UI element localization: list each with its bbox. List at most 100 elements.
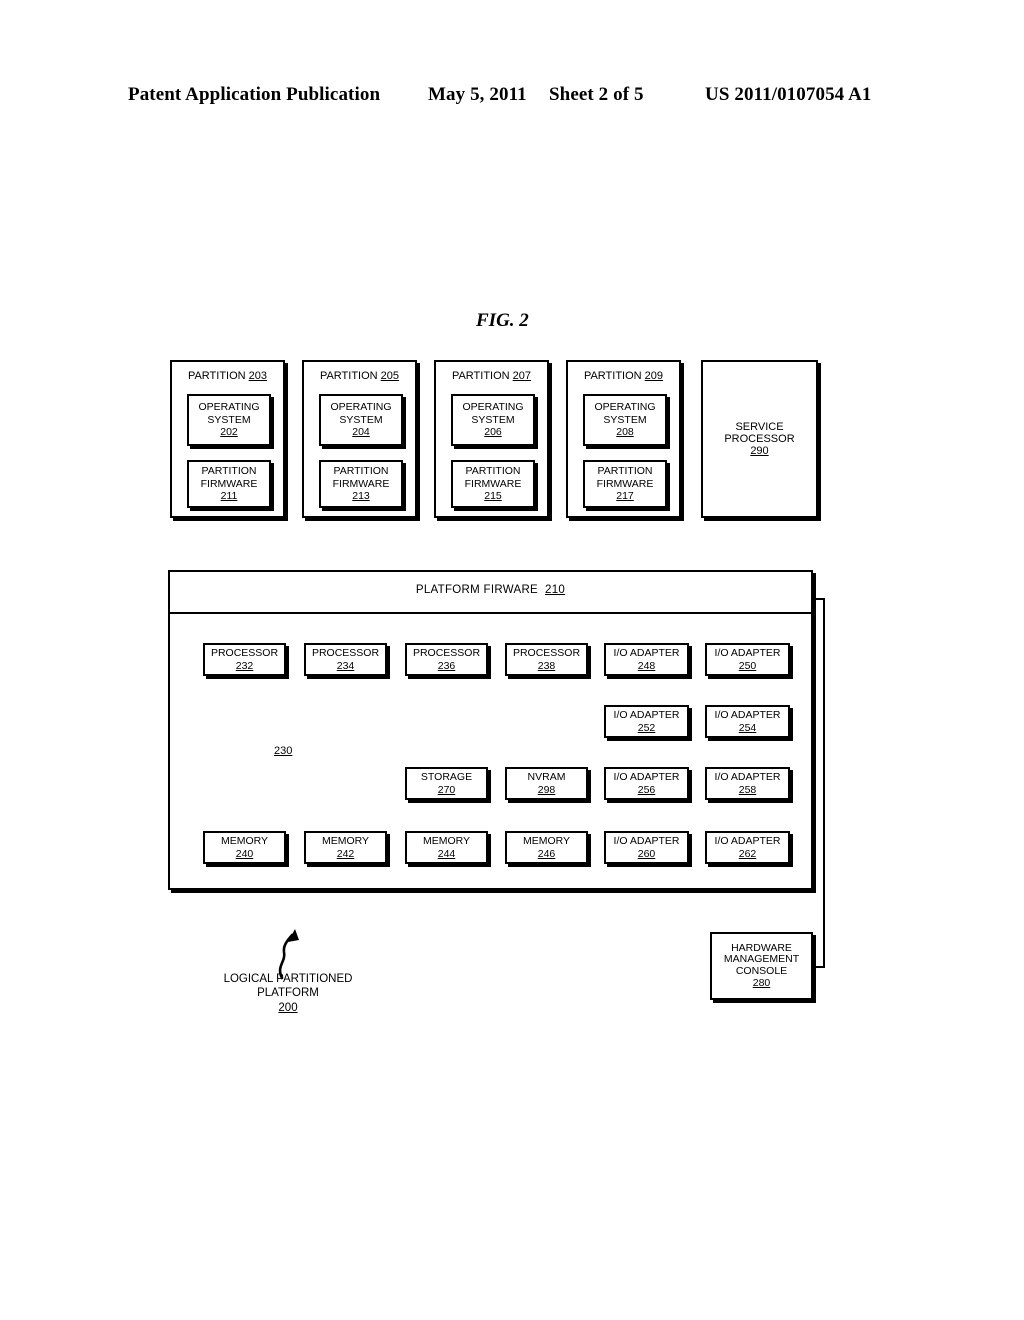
partition-box-203: PARTITION 203 OPERATING SYSTEM 202 PARTI… xyxy=(170,360,285,518)
resource-box-io-adapter-252: I/O ADAPTER 252 xyxy=(604,705,689,738)
partition-title-207: PARTITION 207 xyxy=(436,370,547,382)
resource-label: I/O ADAPTER xyxy=(714,834,781,847)
partition-firmware-box-215: PARTITION FIRMWARE 215 xyxy=(451,460,535,508)
resource-box-io-adapter-250: I/O ADAPTER 250 xyxy=(705,643,790,676)
resource-ref: 244 xyxy=(437,847,456,860)
platform-firmware-title-text: PLATFORM FIRWARE xyxy=(415,584,539,596)
resource-ref: 256 xyxy=(637,783,656,796)
os-label-line2: SYSTEM xyxy=(471,413,515,426)
platform-firmware-ref: 210 xyxy=(545,584,566,596)
resource-ref: 270 xyxy=(437,783,456,796)
partition-firmware-box-213: PARTITION FIRMWARE 213 xyxy=(319,460,403,508)
resource-box-processor-234: PROCESSOR 234 xyxy=(304,643,387,676)
fw-ref: 217 xyxy=(616,490,634,503)
resource-label: MEMORY xyxy=(522,834,571,847)
operating-system-box-202: OPERATING SYSTEM 202 xyxy=(187,394,271,446)
partition-title-203: PARTITION 203 xyxy=(172,370,283,382)
resource-ref: 258 xyxy=(738,783,757,796)
header-date: May 5, 2011 xyxy=(428,84,527,105)
os-ref: 202 xyxy=(220,426,238,439)
header-publication: Patent Application Publication xyxy=(128,84,381,105)
resource-box-memory-242: MEMORY 242 xyxy=(304,831,387,864)
os-ref: 208 xyxy=(616,426,634,439)
resource-label: NVRAM xyxy=(527,770,566,783)
resource-box-io-adapter-260: I/O ADAPTER 260 xyxy=(604,831,689,864)
hmc-line3: CONSOLE xyxy=(735,965,788,977)
resource-ref: 262 xyxy=(738,847,757,860)
os-label-line1: OPERATING xyxy=(594,401,656,414)
service-processor-line2: PROCESSOR xyxy=(724,432,795,445)
fw-label-line1: PARTITION xyxy=(465,465,521,478)
os-label-line2: SYSTEM xyxy=(339,413,383,426)
service-processor-line1: SERVICE xyxy=(735,420,784,433)
resource-ref: 240 xyxy=(235,847,254,860)
resource-label: PROCESSOR xyxy=(311,646,380,659)
operating-system-box-204: OPERATING SYSTEM 204 xyxy=(319,394,403,446)
platform-firmware-divider xyxy=(170,612,811,614)
resource-ref: 248 xyxy=(637,659,656,672)
service-processor-ref: 290 xyxy=(750,445,769,458)
partition-box-209: PARTITION 209 OPERATING SYSTEM 208 PARTI… xyxy=(566,360,681,518)
partition-title-text: PARTITION xyxy=(451,370,510,382)
resource-label: MEMORY xyxy=(321,834,370,847)
resource-ref: 298 xyxy=(537,783,556,796)
resource-ref: 254 xyxy=(738,721,757,734)
partition-firmware-box-217: PARTITION FIRMWARE 217 xyxy=(583,460,667,508)
resource-ref: 260 xyxy=(637,847,656,860)
partition-box-207: PARTITION 207 OPERATING SYSTEM 206 PARTI… xyxy=(434,360,549,518)
resource-label: MEMORY xyxy=(220,834,269,847)
os-label-line2: SYSTEM xyxy=(207,413,251,426)
fw-label-line1: PARTITION xyxy=(201,465,257,478)
os-ref: 204 xyxy=(352,426,370,439)
resource-label: PROCESSOR xyxy=(512,646,581,659)
resource-box-io-adapter-258: I/O ADAPTER 258 xyxy=(705,767,790,800)
resource-box-processor-232: PROCESSOR 232 xyxy=(203,643,286,676)
caption-line2: PLATFORM xyxy=(257,987,319,1000)
resource-box-io-adapter-262: I/O ADAPTER 262 xyxy=(705,831,790,864)
partition-box-205: PARTITION 205 OPERATING SYSTEM 204 PARTI… xyxy=(302,360,417,518)
header-patent-number: US 2011/0107054 A1 xyxy=(705,84,872,105)
resource-ref: 246 xyxy=(537,847,556,860)
resource-box-memory-244: MEMORY 244 xyxy=(405,831,488,864)
fw-label-line2: FIRMWARE xyxy=(200,477,258,490)
partition-title-text: PARTITION xyxy=(583,370,642,382)
resource-label: I/O ADAPTER xyxy=(714,646,781,659)
resource-label: I/O ADAPTER xyxy=(613,646,680,659)
resource-label: STORAGE xyxy=(420,770,473,783)
partition-ref: 209 xyxy=(644,370,664,382)
service-processor-box-290: SERVICE PROCESSOR 290 xyxy=(701,360,818,518)
partition-title-205: PARTITION 205 xyxy=(304,370,415,382)
fw-label-line1: PARTITION xyxy=(597,465,653,478)
resource-label: PROCESSOR xyxy=(210,646,279,659)
partition-title-text: PARTITION xyxy=(319,370,378,382)
fw-ref: 213 xyxy=(352,490,370,503)
fw-label-line2: FIRMWARE xyxy=(332,477,390,490)
fw-label-line2: FIRMWARE xyxy=(596,477,654,490)
caption-line1: LOGICAL PARTITIONED xyxy=(223,973,353,985)
resource-box-io-adapter-248: I/O ADAPTER 248 xyxy=(604,643,689,676)
resource-box-processor-236: PROCESSOR 236 xyxy=(405,643,488,676)
resource-ref: 250 xyxy=(738,659,757,672)
figure-caption: LOGICAL PARTITIONED PLATFORM 200 xyxy=(190,972,386,1015)
hardware-management-console-box-280: HARDWARE MANAGEMENT CONSOLE 280 xyxy=(710,932,813,1000)
connector-segment-vertical xyxy=(823,598,825,968)
os-label-line1: OPERATING xyxy=(198,401,260,414)
resource-ref: 236 xyxy=(437,659,456,672)
figure-label: FIG. 2 xyxy=(476,310,529,331)
caption-ref: 200 xyxy=(278,1001,298,1014)
resource-box-memory-240: MEMORY 240 xyxy=(203,831,286,864)
fw-ref: 215 xyxy=(484,490,502,503)
resource-ref: 238 xyxy=(537,659,556,672)
resource-label: PROCESSOR xyxy=(412,646,481,659)
resource-label: MEMORY xyxy=(422,834,471,847)
operating-system-box-206: OPERATING SYSTEM 206 xyxy=(451,394,535,446)
operating-system-box-208: OPERATING SYSTEM 208 xyxy=(583,394,667,446)
resource-box-io-adapter-254: I/O ADAPTER 254 xyxy=(705,705,790,738)
os-label-line2: SYSTEM xyxy=(603,413,647,426)
resource-label: I/O ADAPTER xyxy=(714,770,781,783)
partitioned-hardware-ref-230: 230 xyxy=(274,745,293,757)
os-label-line1: OPERATING xyxy=(462,401,524,414)
connector-segment-bottom xyxy=(812,966,825,968)
partition-ref: 203 xyxy=(248,370,268,382)
header-sheet: Sheet 2 of 5 xyxy=(549,84,644,105)
